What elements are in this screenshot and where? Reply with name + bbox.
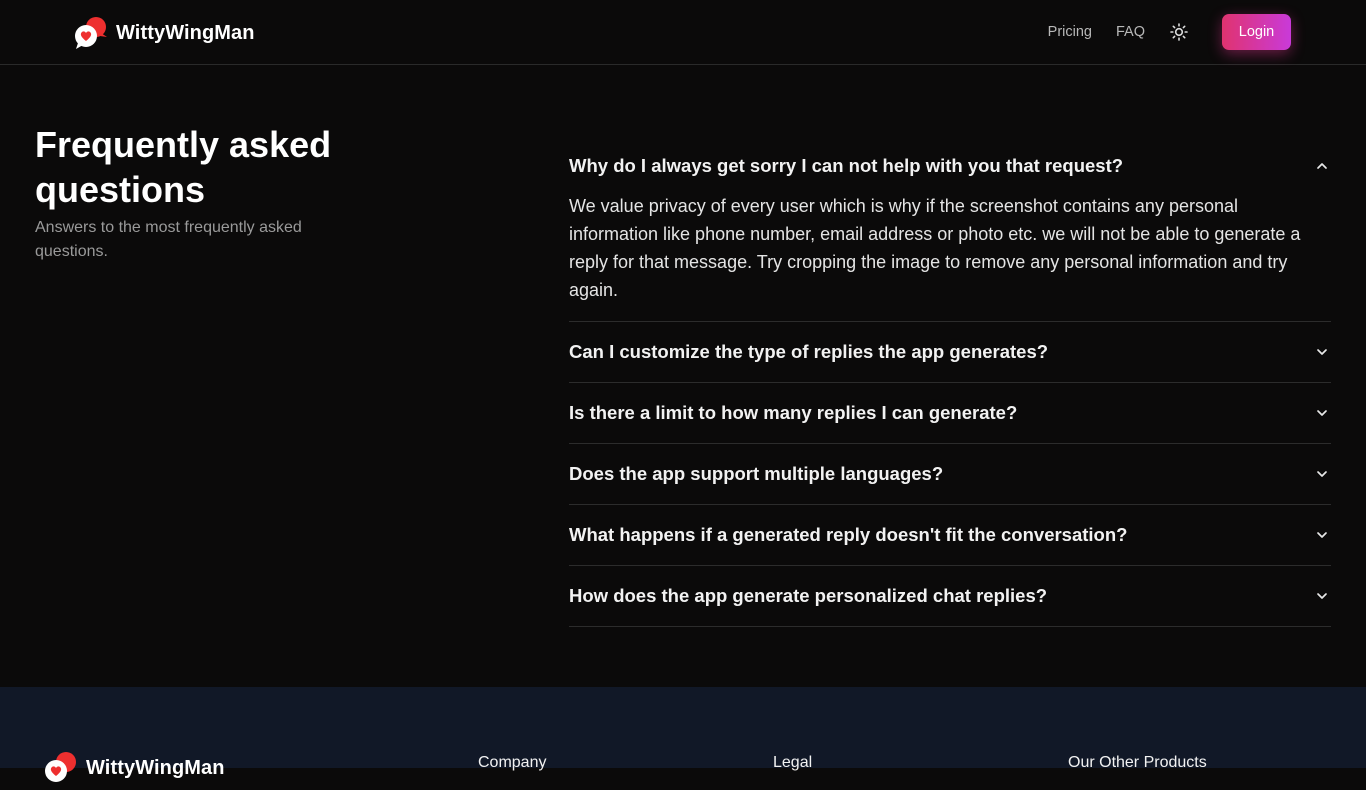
- nav-link-faq[interactable]: FAQ: [1116, 24, 1145, 40]
- login-button[interactable]: Login: [1222, 14, 1291, 50]
- page-title: Frequently asked questions: [35, 124, 332, 210]
- speech-bubbles-heart-icon: [44, 751, 78, 785]
- chevron-down-icon: [1315, 406, 1329, 420]
- chevron-down-icon: [1315, 528, 1329, 542]
- chevron-down-icon: [1315, 467, 1329, 481]
- faq-item: Why do I always get sorry I can not help…: [569, 136, 1331, 322]
- faq-answer: We value privacy of every user which is …: [569, 196, 1301, 300]
- faq-item: Does the app support multiple languages?: [569, 444, 1331, 505]
- chevron-up-icon: [1315, 159, 1329, 173]
- page-subtitle: Answers to the most frequently asked que…: [35, 219, 302, 260]
- faq-question-toggle[interactable]: Can I customize the type of replies the …: [569, 322, 1331, 382]
- faq-item: What happens if a generated reply doesn'…: [569, 505, 1331, 566]
- brand-link[interactable]: WittyWingMan: [74, 16, 255, 50]
- footer: WittyWingMan Company Legal Our Other Pro…: [0, 687, 1366, 782]
- faq-question: Can I customize the type of replies the …: [569, 341, 1049, 362]
- faq-item: Can I customize the type of replies the …: [569, 322, 1331, 383]
- footer-brand-name: WittyWingMan: [86, 756, 225, 779]
- footer-heading-company: Company: [478, 754, 547, 771]
- sun-icon[interactable]: [1170, 23, 1188, 41]
- faq-item: Is there a limit to how many replies I c…: [569, 383, 1331, 444]
- brand-name: WittyWingMan: [116, 21, 255, 44]
- faq-question-toggle[interactable]: What happens if a generated reply doesn'…: [569, 505, 1331, 565]
- faq-question: Does the app support multiple languages?: [569, 463, 944, 484]
- faq-question: Is there a limit to how many replies I c…: [569, 402, 1018, 423]
- speech-bubbles-heart-icon: [74, 16, 108, 50]
- faq-question: Why do I always get sorry I can not help…: [569, 155, 1124, 176]
- footer-heading-other-products: Our Other Products: [1068, 754, 1207, 771]
- faq-question: What happens if a generated reply doesn'…: [569, 524, 1128, 545]
- faq-question-toggle[interactable]: Is there a limit to how many replies I c…: [569, 383, 1331, 443]
- faq-accordion: Why do I always get sorry I can not help…: [569, 136, 1331, 627]
- nav-link-pricing[interactable]: Pricing: [1048, 24, 1092, 40]
- footer-brand-link[interactable]: WittyWingMan: [44, 751, 225, 785]
- chevron-down-icon: [1315, 589, 1329, 603]
- faq-item: How does the app generate personalized c…: [569, 566, 1331, 627]
- top-navbar: WittyWingMan Pricing FAQ Login: [0, 0, 1366, 65]
- main-nav: Pricing FAQ Login: [1048, 14, 1291, 50]
- footer-heading-legal: Legal: [773, 754, 813, 771]
- faq-question-toggle[interactable]: Does the app support multiple languages?: [569, 444, 1331, 504]
- faq-question-toggle[interactable]: Why do I always get sorry I can not help…: [569, 136, 1331, 196]
- faq-intro: Frequently asked questions Answers to th…: [35, 122, 355, 264]
- chevron-down-icon: [1315, 345, 1329, 359]
- faq-question-toggle[interactable]: How does the app generate personalized c…: [569, 566, 1331, 626]
- faq-question: How does the app generate personalized c…: [569, 585, 1048, 606]
